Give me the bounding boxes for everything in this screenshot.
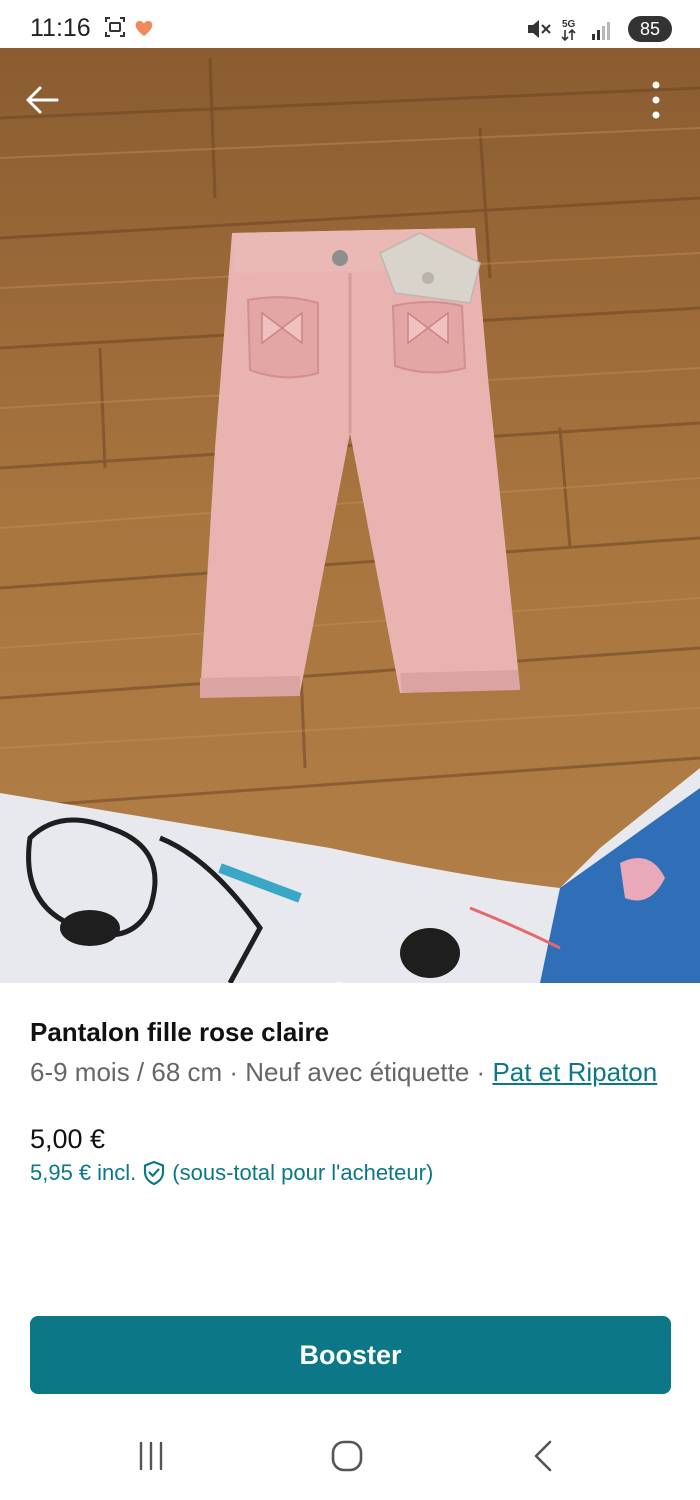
more-options-button[interactable] xyxy=(632,76,680,124)
chevron-left-icon xyxy=(534,1440,552,1472)
carousel-indicator xyxy=(0,982,700,983)
price-incl-label: incl. xyxy=(97,1160,137,1185)
listing-details: 6-9 mois / 68 cm · Neuf avec étiquette ·… xyxy=(30,1052,670,1092)
listing-title: Pantalon fille rose claire xyxy=(30,1017,330,1047)
more-vertical-icon xyxy=(652,81,660,119)
system-navigation-bar xyxy=(0,1412,700,1500)
listing-price: 5,00 € xyxy=(30,1124,106,1154)
product-photo-carousel[interactable] xyxy=(0,48,700,983)
signal-icon xyxy=(592,22,610,40)
shield-check-icon xyxy=(144,1160,165,1186)
svg-text:5G: 5G xyxy=(562,19,576,30)
buyer-protection-price[interactable]: 5,95 € incl. (sous-total pour l'acheteur… xyxy=(30,1156,670,1190)
status-time: 11:16 xyxy=(30,14,91,42)
price-incl-value: 5,95 € xyxy=(30,1160,92,1185)
listing-size: 6-9 mois / 68 cm xyxy=(30,1057,223,1087)
network-5g-icon: 5G xyxy=(561,19,576,42)
listing-info: Pantalon fille rose claire 6-9 mois / 68… xyxy=(30,1016,670,1190)
booster-button[interactable]: Booster xyxy=(30,1316,671,1394)
system-back-button[interactable] xyxy=(513,1432,573,1480)
status-left-icons xyxy=(104,16,160,43)
back-button[interactable] xyxy=(18,76,66,124)
battery-indicator: 85 xyxy=(628,16,672,42)
home-button[interactable] xyxy=(317,1432,377,1480)
recent-apps-button[interactable] xyxy=(121,1432,181,1480)
listing-condition: Neuf avec étiquette xyxy=(245,1057,470,1087)
detail-separator-2: · xyxy=(469,1057,493,1087)
status-bar: 11:16 5G 85 xyxy=(0,0,700,48)
home-icon xyxy=(331,1440,363,1472)
detail-separator: · xyxy=(222,1057,246,1087)
brand-link[interactable]: Pat et Ripaton xyxy=(492,1057,657,1087)
heart-icon xyxy=(135,20,153,36)
price-incl-note: (sous-total pour l'acheteur) xyxy=(172,1160,434,1185)
arrow-left-icon xyxy=(26,86,59,114)
recent-apps-icon xyxy=(139,1441,163,1471)
product-photo xyxy=(0,48,700,983)
carousel-dot-2 xyxy=(331,982,346,983)
mute-vibrate-icon xyxy=(528,20,551,38)
screenshot-icon xyxy=(105,17,125,37)
